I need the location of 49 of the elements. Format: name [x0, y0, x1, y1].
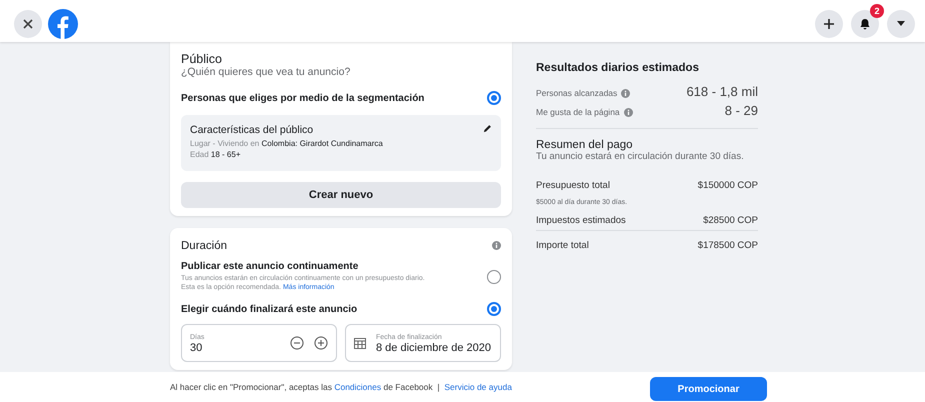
section-title: Público: [181, 52, 223, 66]
info-icon: [624, 108, 633, 116]
summary-title: Características del público: [190, 124, 314, 136]
metric-label: Personas alcanzadas: [536, 88, 618, 98]
edit-icon[interactable]: [483, 124, 492, 133]
separator: |: [436, 382, 441, 392]
close-icon: [22, 18, 34, 30]
location-text: Lugar - Viviendo en Colombia: Girardot Cundinamarca: [190, 139, 383, 150]
radio-button[interactable]: [487, 302, 501, 316]
option-label: Elegir cuándo finalizará este anuncio: [181, 304, 358, 315]
minus-icon[interactable]: [290, 336, 304, 350]
option-label: Publicar este anuncio continuamente: [181, 260, 360, 272]
create-new-button[interactable]: Crear nuevo: [181, 182, 501, 208]
payment-label: Impuestos estimados: [536, 215, 626, 226]
section-title: Duración: [181, 240, 228, 252]
help-link[interactable]: Servicio de ayuda: [444, 382, 512, 392]
info-icon: [621, 88, 630, 98]
add-button[interactable]: [815, 10, 843, 38]
logo-icon[interactable]: [48, 9, 78, 39]
payment-value: $28500 COP: [703, 215, 758, 226]
payment-value: $150000 COP: [698, 180, 758, 191]
field-value: 30: [190, 342, 204, 354]
close-button[interactable]: [14, 10, 42, 38]
notification-badge: 2: [870, 4, 884, 18]
caret-icon: [896, 21, 906, 27]
payment-label: Presupuesto total: [536, 180, 610, 191]
info-icon: [492, 241, 501, 250]
radio-button[interactable]: [487, 91, 501, 105]
metric-value: 8 - 29: [724, 103, 758, 118]
terms-link[interactable]: Condiciones: [334, 382, 382, 392]
bell-icon: [859, 18, 871, 30]
total-label: Importe total: [536, 240, 589, 251]
radio-button[interactable]: [487, 270, 501, 284]
payment-subtitle: Tu anuncio estará en circulación durante 30 días.: [536, 151, 745, 162]
promote-button[interactable]: Promocionar: [650, 377, 767, 401]
metric-value: 618 - 1,8 mil: [686, 84, 758, 99]
payment-title: Resumen del pago: [536, 139, 634, 151]
metric-label: Me gusta de la página: [536, 107, 620, 117]
plus-icon: [823, 18, 835, 30]
option-label: Personas que eliges por medio de la segmentación: [181, 92, 424, 104]
plus-icon[interactable]: [314, 336, 328, 350]
terms-text: Al hacer clic en "Promocionar", aceptas las Condiciones de Facebook: [170, 382, 433, 392]
field-value: 8 de diciembre de 2020: [376, 342, 491, 354]
age-text: Edad 18 - 65+: [190, 150, 242, 161]
total-value: $178500 COP: [698, 240, 758, 251]
menu-button[interactable]: [887, 10, 915, 38]
section-subtitle: ¿Quién quieres que vea tu anuncio?: [181, 66, 352, 78]
calendar-icon: [354, 337, 366, 350]
results-title: Resultados diarios estimados: [536, 62, 700, 74]
